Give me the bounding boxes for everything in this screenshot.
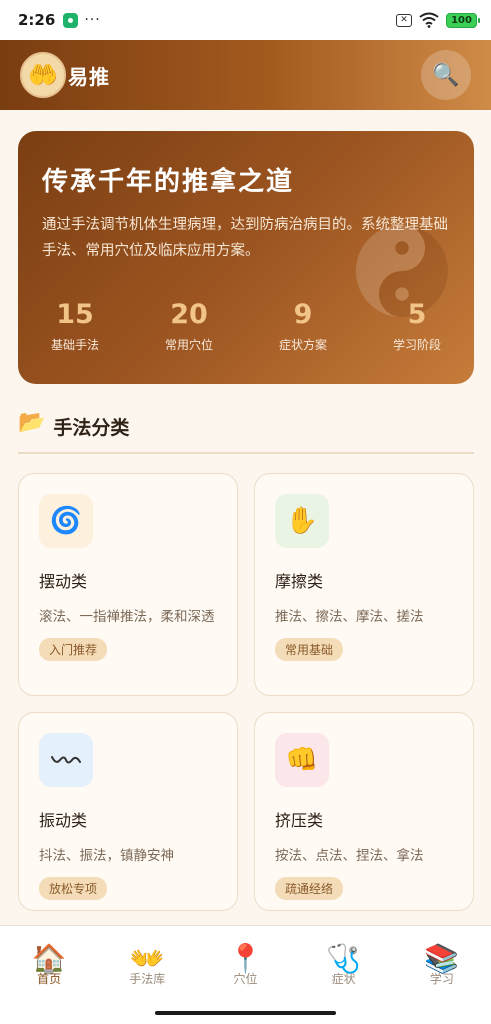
card-description: 滚法、一指禅推法，柔和深透: [39, 609, 215, 625]
stat-value: 20: [170, 299, 208, 330]
card-description: 推法、擦法、摩法、搓法: [275, 609, 424, 625]
stat-value: 9: [293, 299, 313, 330]
card-description: 按法、点法、捏法、拿法: [275, 848, 424, 864]
card-tag: 放松专项: [39, 877, 108, 900]
stat-label: 症状方案: [278, 338, 327, 352]
status-time: 2:26: [18, 11, 56, 29]
stat-techniques[interactable]: 15 基础手法: [18, 299, 132, 353]
status-indicators: ✕ 100: [396, 12, 480, 28]
hero-banner: 传承千年的推拿之道 通过手法调节机体生理病理，达到防病治病目的。系统整理基础手法…: [18, 131, 474, 384]
hero-description: 通过手法调节机体生理病理，达到防病治病目的。系统整理基础手法、常用穴位及临床应用…: [42, 217, 448, 259]
app-header: 🤲 易推 🔍: [0, 40, 491, 110]
card-title: 挤压类: [275, 811, 324, 830]
status-bar: 2:26 ··· ✕ 100: [0, 0, 491, 40]
nav-item-home[interactable]: 🏠 首页: [0, 926, 98, 1024]
stat-learning-stages[interactable]: 5 学习阶段: [360, 299, 474, 353]
nav-item-symptoms[interactable]: 🩺 症状: [295, 926, 393, 1024]
card-title: 振动类: [39, 811, 88, 830]
stat-label: 常用穴位: [164, 338, 213, 352]
section-header: 📂 手法分类: [18, 410, 474, 454]
battery-indicator: 100: [446, 12, 480, 28]
category-card-friction[interactable]: ✋ 摩擦类 推法、擦法、摩法、搓法 常用基础: [254, 473, 474, 696]
hero-title: 传承千年的推拿之道: [42, 167, 295, 197]
nav-label: 学习: [429, 972, 454, 986]
raised-hand-icon: ✋: [275, 494, 329, 548]
stat-label: 学习阶段: [392, 338, 441, 352]
app-title: 易推: [68, 64, 110, 89]
card-tag: 疏通经络: [275, 877, 344, 900]
fist-icon: 👊: [275, 733, 329, 787]
hero-stats: 15 基础手法 20 常用穴位 9 症状方案 5 学习阶段: [18, 299, 474, 353]
stat-value: 15: [56, 299, 94, 330]
nav-label: 手法库: [129, 972, 166, 986]
nav-label: 症状: [331, 972, 356, 986]
shield-icon: [63, 12, 79, 28]
two-hands-icon[interactable]: 🤲: [20, 52, 66, 98]
wave-icon: [39, 733, 93, 787]
nav-label: 首页: [37, 972, 62, 986]
card-tag: 常用基础: [275, 638, 344, 661]
home-indicator[interactable]: [155, 1011, 336, 1015]
card-title: 摆动类: [39, 572, 88, 591]
more-dots-icon: ···: [84, 12, 101, 28]
search-button[interactable]: 🔍: [421, 50, 471, 100]
nav-label: 穴位: [233, 972, 258, 986]
nav-item-acupoints[interactable]: 📍 穴位: [196, 926, 294, 1024]
folder-icon: 📂: [18, 410, 46, 435]
stat-value: 5: [407, 299, 427, 330]
nav-item-learning[interactable]: 📚 学习: [393, 926, 491, 1024]
magnifier-icon: 🔍: [432, 62, 460, 88]
card-title: 摩擦类: [275, 572, 324, 591]
stat-symptom-plans[interactable]: 9 症状方案: [246, 299, 360, 353]
stat-acupoints[interactable]: 20 常用穴位: [132, 299, 246, 353]
category-card-pressing[interactable]: 👊 挤压类 按法、点法、捏法、拿法 疏通经络: [254, 712, 474, 911]
bottom-nav: 🏠 首页 👐 手法库 📍 穴位 🩺 症状 📚 学习: [0, 925, 491, 1024]
category-card-vibration[interactable]: 振动类 抖法、振法，镇静安神 放松专项: [18, 712, 238, 911]
category-card-swing[interactable]: 🌀 摆动类 滚法、一指禅推法，柔和深透 入门推荐: [18, 473, 238, 696]
nav-item-techniques[interactable]: 👐 手法库: [98, 926, 196, 1024]
card-tag: 入门推荐: [39, 638, 108, 661]
section-title: 手法分类: [53, 417, 130, 439]
cyclone-icon: 🌀: [39, 494, 93, 548]
stat-label: 基础手法: [50, 338, 99, 352]
wifi-icon: [419, 12, 439, 28]
card-description: 抖法、振法，镇静安神: [39, 848, 174, 864]
notification-off-icon: ✕: [396, 13, 412, 27]
